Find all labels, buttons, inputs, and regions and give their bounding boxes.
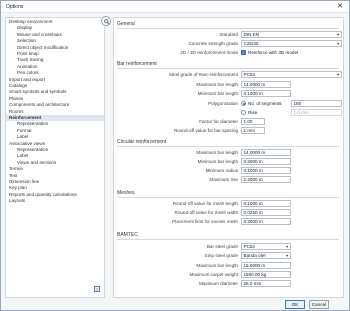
round-off-spacing-input[interactable]: 1 mm: [241, 127, 265, 134]
standard-value: DIN EN: [243, 32, 260, 37]
circ-min-radius-label: Minimum radius: [205, 168, 238, 173]
mesh-length-input[interactable]: 0.1000 m: [241, 200, 291, 207]
search-icon: [104, 19, 110, 25]
divider: [117, 68, 339, 69]
chevron-down-icon: ▼: [336, 41, 340, 46]
settings-panel[interactable]: General Standard DIN EN ▼ Concrete streng…: [113, 17, 344, 298]
title-bar: Options ✕: [1, 1, 349, 13]
divider: [117, 28, 339, 29]
bamtec-strip-grade-select[interactable]: Banda otel ▼: [241, 252, 291, 259]
circ-min-length-label: Minimum bar length: [197, 159, 238, 164]
divider: [117, 239, 339, 240]
bamtec-strip-grade-value: Banda otel: [243, 253, 266, 258]
rise-input[interactable]: 1.0 mm: [291, 109, 342, 116]
divider: [117, 146, 339, 147]
concrete-grade-label: Concrete strength grade: [188, 41, 238, 46]
section-bar-title: Bar reinforcement: [117, 61, 157, 67]
bar-min-length-input[interactable]: 0.1000 m: [241, 90, 291, 97]
window-title: Options: [6, 4, 24, 10]
bamtec-bar-grade-value: PC52: [243, 244, 256, 249]
standard-label: Standard: [219, 32, 238, 37]
ok-button[interactable]: OK: [285, 300, 305, 309]
circ-max-length-label: Maximum bar length: [196, 150, 238, 155]
reinforce-3d-checkbox[interactable]: ✓: [241, 49, 246, 55]
segments-input[interactable]: 180: [291, 100, 342, 107]
steel-grade-label: Steel grade of #sec-reinforcement: [168, 72, 238, 77]
options-dialog: Options ✕ Desktop environment Display Mo…: [0, 0, 350, 311]
concrete-grade-value: C25/30: [243, 41, 259, 46]
mesh-width-label: Round-off value for mesh width: [174, 210, 239, 215]
chevron-down-icon: ▼: [285, 253, 289, 258]
section-bamtec-title: BAMTEC: [117, 232, 138, 238]
bamtec-max-diameter-input[interactable]: 28.0 mm: [241, 280, 291, 287]
circ-min-radius-input[interactable]: 0.1000 m: [241, 167, 291, 174]
mesh-limit-label: Placement limit for excess mesh: [172, 219, 238, 224]
mesh-width-input[interactable]: 0.0250 m: [241, 209, 291, 216]
chevron-down-icon: ▼: [336, 32, 340, 37]
standard-select[interactable]: DIN EN ▼: [241, 31, 342, 38]
reinforce-3d-label: Reinforce with 3D model: [248, 49, 299, 55]
steel-grade-value: PC52: [243, 72, 256, 77]
bamtec-strip-grade-label: Strip steel grade: [204, 253, 238, 258]
bamtec-max-length-input[interactable]: 15.0000 m: [241, 262, 291, 269]
circ-min-length-input[interactable]: 0.5000 m: [241, 158, 291, 165]
bar-max-length-label: Maximum bar length: [196, 82, 238, 87]
bamtec-carpet-weight-input[interactable]: 1500.00 kg: [241, 271, 291, 278]
steel-grade-select[interactable]: PC52 ▼: [241, 71, 342, 78]
bar-max-length-input[interactable]: 14.0000 m: [241, 81, 291, 88]
bamtec-max-length-label: Maximum bar length: [196, 263, 238, 268]
circ-max-length-input[interactable]: 14.0000 m: [241, 149, 291, 156]
reinforcement-mode-label: 2D / 3D reinforcement mode: [180, 50, 238, 55]
rise-radio[interactable]: [241, 109, 246, 115]
section-meshes-title: Meshes: [117, 190, 135, 196]
section-circular-title: Circular reinforcement: [117, 139, 167, 145]
close-icon[interactable]: ✕: [335, 2, 345, 12]
help-icon[interactable]: ?: [94, 286, 100, 292]
factor-diameter-label: Factor for diameter: [199, 119, 238, 124]
circ-max-rise-input[interactable]: 2.2000 m: [241, 176, 291, 183]
cancel-button[interactable]: Cancel: [309, 300, 329, 309]
search-button[interactable]: [101, 16, 111, 26]
divider: [117, 197, 339, 198]
round-off-spacing-label: Round-off value for bar spacing: [173, 128, 238, 133]
concrete-grade-select[interactable]: C25/30 ▼: [241, 40, 342, 47]
rise-radio-label: Rise: [248, 109, 258, 115]
bamtec-bar-grade-select[interactable]: PC52 ▼: [241, 243, 291, 250]
mesh-length-label: Round-off value for mesh length: [172, 201, 238, 206]
section-general-title: General: [117, 21, 135, 27]
chevron-down-icon: ▼: [336, 72, 340, 77]
mesh-limit-input[interactable]: 0.2000 m: [241, 218, 291, 225]
segments-radio[interactable]: [241, 100, 246, 106]
options-tree[interactable]: Desktop environment Display Mouse and cr…: [5, 17, 105, 298]
chevron-down-icon: ▼: [285, 244, 289, 249]
bamtec-carpet-weight-label: Maximum carpet weight: [189, 272, 238, 277]
polygonization-label: Polygonization: [208, 101, 238, 106]
tree-item-layouts[interactable]: Layouts: [6, 198, 104, 204]
bar-min-length-label: Minimum bar length: [197, 91, 238, 96]
factor-diameter-input[interactable]: 1.00: [241, 118, 265, 125]
segments-radio-label: No. of segments: [248, 100, 282, 106]
circ-max-rise-label: Maximum rise: [209, 177, 238, 182]
bamtec-bar-grade-label: Bar steel grade: [206, 244, 238, 249]
bamtec-max-diameter-label: Maximum diameter: [198, 281, 238, 286]
